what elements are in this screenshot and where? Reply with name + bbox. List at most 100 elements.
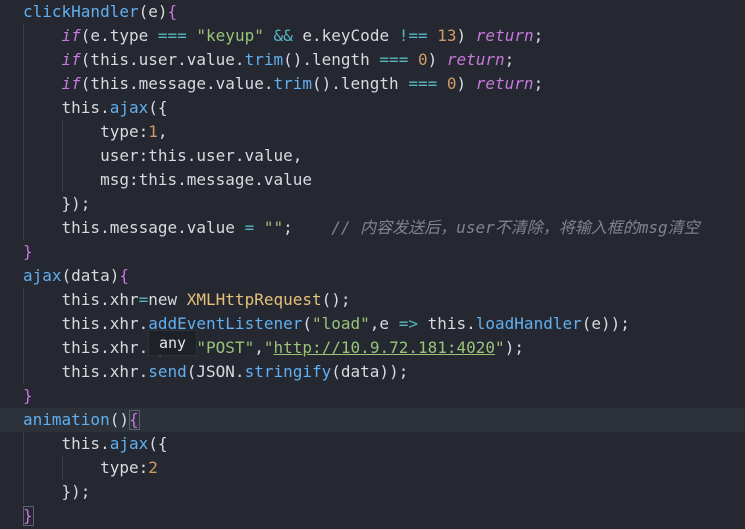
code-line[interactable]: }); bbox=[0, 192, 745, 216]
code-token: this.xhr. bbox=[61, 338, 149, 357]
code-line-text: this.ajax({ bbox=[62, 432, 168, 456]
code-token: msg:this.message.value bbox=[100, 170, 312, 189]
code-token: (); bbox=[321, 290, 351, 309]
code-token: }); bbox=[61, 482, 91, 501]
code-line[interactable]: ajax(data){ bbox=[0, 264, 745, 288]
code-token: " bbox=[495, 338, 505, 357]
code-token: 2 bbox=[148, 458, 158, 477]
code-token: }); bbox=[61, 194, 91, 213]
code-token: "" bbox=[263, 218, 284, 237]
code-line[interactable]: if(this.message.value.trim().length === … bbox=[0, 72, 745, 96]
code-line-text: type:2 bbox=[100, 456, 158, 480]
code-token: this.xhr. bbox=[61, 314, 149, 333]
code-line[interactable]: this.xhr.open("POST","http://10.9.72.181… bbox=[0, 336, 745, 360]
code-line-text: }); bbox=[62, 480, 91, 504]
code-token: if bbox=[61, 26, 81, 45]
code-line[interactable]: this.ajax({ bbox=[0, 96, 745, 120]
code-token: => bbox=[398, 314, 418, 333]
code-token: trim bbox=[273, 74, 312, 93]
code-line[interactable]: msg:this.message.value bbox=[0, 168, 745, 192]
code-token: (e.type bbox=[80, 26, 158, 45]
code-token: ; bbox=[533, 26, 544, 45]
type-hover-tooltip: any bbox=[148, 330, 198, 356]
code-line-text: this.xhr=new XMLHttpRequest(); bbox=[62, 288, 351, 312]
indent-guide bbox=[61, 456, 63, 480]
code-line[interactable]: this.xhr=new XMLHttpRequest(); bbox=[0, 288, 745, 312]
code-token: type: bbox=[100, 122, 149, 141]
code-token: ().length bbox=[311, 74, 409, 93]
code-token: type: bbox=[100, 458, 149, 477]
code-line-text: this.xhr.send(JSON.stringify(data)); bbox=[62, 360, 409, 384]
code-token: "POST" bbox=[196, 338, 255, 357]
code-token: ) bbox=[427, 50, 447, 69]
code-line[interactable]: this.ajax({ bbox=[0, 432, 745, 456]
code-token: ({ bbox=[148, 98, 168, 117]
code-line-text: animation(){ bbox=[23, 408, 139, 432]
code-token: (this.user.value. bbox=[80, 50, 245, 69]
code-token: 0 bbox=[446, 74, 457, 93]
code-token: this. bbox=[417, 314, 476, 333]
code-token: 0 bbox=[417, 50, 428, 69]
code-line[interactable]: clickHandler(e){ bbox=[0, 0, 745, 24]
code-token: !== bbox=[398, 26, 428, 45]
code-token: send bbox=[148, 362, 187, 381]
code-line[interactable]: }); bbox=[0, 480, 745, 504]
code-token: return bbox=[475, 74, 534, 93]
code-token: ; bbox=[283, 218, 332, 237]
code-token: if bbox=[61, 50, 81, 69]
code-token: 13 bbox=[437, 26, 457, 45]
code-line-text: } bbox=[23, 384, 33, 408]
code-token: ajax bbox=[109, 98, 149, 117]
code-token: "keyup" bbox=[196, 26, 264, 45]
code-line-text: if(this.user.value.trim().length === 0) … bbox=[62, 48, 515, 72]
code-token: 1 bbox=[148, 122, 158, 141]
code-token: this. bbox=[61, 434, 110, 453]
code-line[interactable]: } bbox=[0, 384, 745, 408]
code-token: , bbox=[157, 122, 168, 141]
code-line[interactable]: if(e.type === "keyup" && e.keyCode !== 1… bbox=[0, 24, 745, 48]
code-token: (JSON. bbox=[186, 362, 245, 381]
code-line-text: msg:this.message.value bbox=[100, 168, 312, 192]
code-token: (e)); bbox=[581, 314, 630, 333]
indent-guide bbox=[23, 24, 24, 240]
code-token: loadHandler bbox=[475, 314, 582, 333]
code-token: ,e bbox=[369, 314, 399, 333]
code-line[interactable]: } bbox=[0, 504, 745, 528]
code-line[interactable]: this.message.value = ""; // 内容发送后，user不清… bbox=[0, 216, 745, 240]
bracket-match-highlight bbox=[128, 410, 140, 430]
code-line[interactable]: if(this.user.value.trim().length === 0) … bbox=[0, 48, 745, 72]
code-token: } bbox=[23, 386, 33, 405]
code-token: clickHandler bbox=[23, 2, 139, 21]
code-token: } bbox=[23, 242, 33, 261]
code-line-text: if(e.type === "keyup" && e.keyCode !== 1… bbox=[62, 24, 544, 48]
bracket-match-highlight bbox=[23, 506, 34, 526]
code-token: trim bbox=[244, 50, 284, 69]
code-line-text: type:1, bbox=[100, 120, 167, 144]
code-token: (this.message.value. bbox=[80, 74, 274, 93]
code-line[interactable]: } bbox=[0, 240, 745, 264]
code-line[interactable]: type:1, bbox=[0, 120, 745, 144]
code-line-text: clickHandler(e){ bbox=[23, 0, 177, 24]
code-token: ; bbox=[504, 50, 515, 69]
code-line-text: }); bbox=[62, 192, 91, 216]
code-token: XMLHttpRequest bbox=[186, 290, 322, 309]
code-editor[interactable]: clickHandler(e){if(e.type === "keyup" &&… bbox=[0, 0, 745, 529]
code-line-text: this.ajax({ bbox=[62, 96, 168, 120]
code-line[interactable]: this.xhr.send(JSON.stringify(data)); bbox=[0, 360, 745, 384]
code-line[interactable]: user:this.user.value, bbox=[0, 144, 745, 168]
code-line[interactable]: type:2 bbox=[0, 456, 745, 480]
code-token: "load" bbox=[312, 314, 370, 333]
code-token: (data) bbox=[61, 266, 120, 285]
code-line[interactable]: animation(){ bbox=[0, 408, 745, 432]
code-line[interactable]: this.xhr.addEventListener("load",e => th… bbox=[0, 312, 745, 336]
code-token: animation bbox=[23, 410, 110, 429]
code-token: ({ bbox=[148, 434, 168, 453]
code-token: && bbox=[273, 26, 293, 45]
code-token: ( bbox=[302, 314, 312, 333]
indent-guide bbox=[23, 288, 24, 384]
